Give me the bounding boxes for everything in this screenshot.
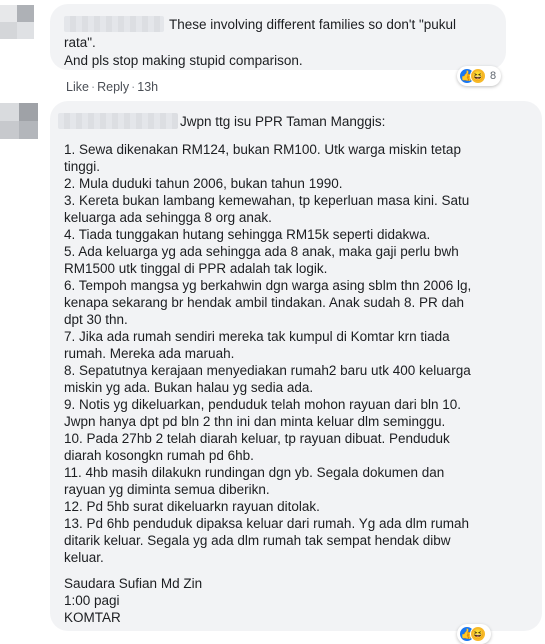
comment-text-line: 12. Pd 5hb surat dikeluarkn rayuan ditol…: [64, 499, 320, 514]
comment-heading: Jwpn ttg isu PPR Taman Manggis:: [180, 114, 386, 129]
reaction-summary[interactable]: 👍 😆: [457, 624, 491, 644]
comment-bubble: These involving different families so do…: [50, 4, 506, 70]
comment-text-line: 8. Sepatutnya kerajaan menyediakan rumah…: [64, 363, 471, 378]
comment-text-line: rata".: [64, 35, 96, 50]
signature-line: 1:00 pagi: [64, 593, 120, 608]
avatar-pixel: [0, 5, 17, 22]
signature-line: KOMTAR: [64, 610, 121, 625]
signature-line: Saudara Sufian Md Zin: [64, 576, 203, 591]
comment-text-line: 10. Pada 27hb 2 telah diarah keluar, tp …: [64, 431, 450, 446]
author-name[interactable]: [58, 113, 178, 129]
author-name[interactable]: [64, 16, 164, 32]
avatar-pixel: [19, 103, 38, 121]
avatar-pixel: [0, 22, 17, 39]
avatar-pixel: [19, 121, 38, 139]
comment-text-line: 1. Sewa dikenakan RM124, bukan RM100. Ut…: [64, 142, 461, 157]
comment-actions: Like · Reply · 13h: [66, 80, 158, 94]
comment-text-line: keluar.: [64, 550, 104, 565]
avatar[interactable]: [0, 103, 38, 139]
comment-text-line: RM1500 utk tinggal di PPR adalah tak log…: [64, 261, 328, 276]
avatar-pixel: [17, 22, 34, 39]
separator-dot: ·: [90, 80, 96, 94]
avatar-pixel: [0, 121, 19, 139]
comment-text-line: 3. Kereta bukan lambang kemewahan, tp ke…: [64, 193, 470, 208]
comment-text-line: rayuan yg diminta semua diberikn.: [64, 482, 270, 497]
comment-text-line: And pls stop making stupid comparison.: [64, 53, 303, 68]
comment-text-line: dpt 30 thn.: [64, 312, 128, 327]
comment-text-line: rumah. Mereka ada maruah.: [64, 346, 235, 361]
comment-text-line: 5. Ada keluarga yg ada sehingga ada 8 an…: [64, 244, 459, 259]
comment-text-line: diarah kosongkn rumah pd 6hb.: [64, 448, 254, 463]
comment-text-line: tinggi.: [64, 159, 101, 174]
comment-text-line: ditarik keluar. Segala yg ada dlm rumah …: [64, 533, 451, 548]
comment-text-line: keluarga ada sehingga 8 org anak.: [64, 210, 272, 225]
reply-link[interactable]: Reply: [97, 80, 129, 94]
separator-dot: ·: [131, 80, 136, 94]
avatar-pixel: [0, 103, 19, 121]
comment-bubble: Jwpn ttg isu PPR Taman Manggis: 1. Sewa …: [50, 101, 542, 631]
haha-icon: 😆: [470, 68, 486, 84]
avatar[interactable]: [0, 5, 34, 39]
comment-text-line: 2. Mula duduki tahun 2006, bukan tahun 1…: [64, 176, 343, 191]
timestamp[interactable]: 13h: [137, 80, 158, 94]
haha-icon: 😆: [470, 626, 486, 642]
comment-text-line: 6. Tempoh mangsa yg berkahwin dgn warga …: [64, 278, 472, 293]
avatar-pixel: [17, 5, 34, 22]
comment-text-line: kenapa sekarang br hendak ambil tindakan…: [64, 295, 465, 310]
comment-text-line: Jwpn hanya dpt pd bln 2 thn ini dan mint…: [64, 414, 446, 429]
like-link[interactable]: Like: [66, 80, 89, 94]
reaction-count: 8: [490, 70, 497, 82]
comment-text-line: 7. Jika ada rumah sendiri mereka tak kum…: [64, 329, 450, 344]
comment-text-line: 13. Pd 6hb penduduk dipaksa keluar dari …: [64, 516, 470, 531]
comment-text-line: 4. Tiada tunggakan hutang sehingga RM15k…: [64, 227, 431, 242]
reaction-summary[interactable]: 👍 😆 8: [457, 66, 502, 86]
comment-text-line: These involving different families so do…: [169, 17, 457, 32]
comment-text-line: 11. 4hb masih dilakukn rundingan dgn yb.…: [64, 465, 445, 480]
comment-text-line: 9. Notis yg dikeluarkan, penduduk telah …: [64, 397, 462, 412]
comment-text-line: miskin yg ada. Bukan halau yg sedia ada.: [64, 380, 314, 395]
